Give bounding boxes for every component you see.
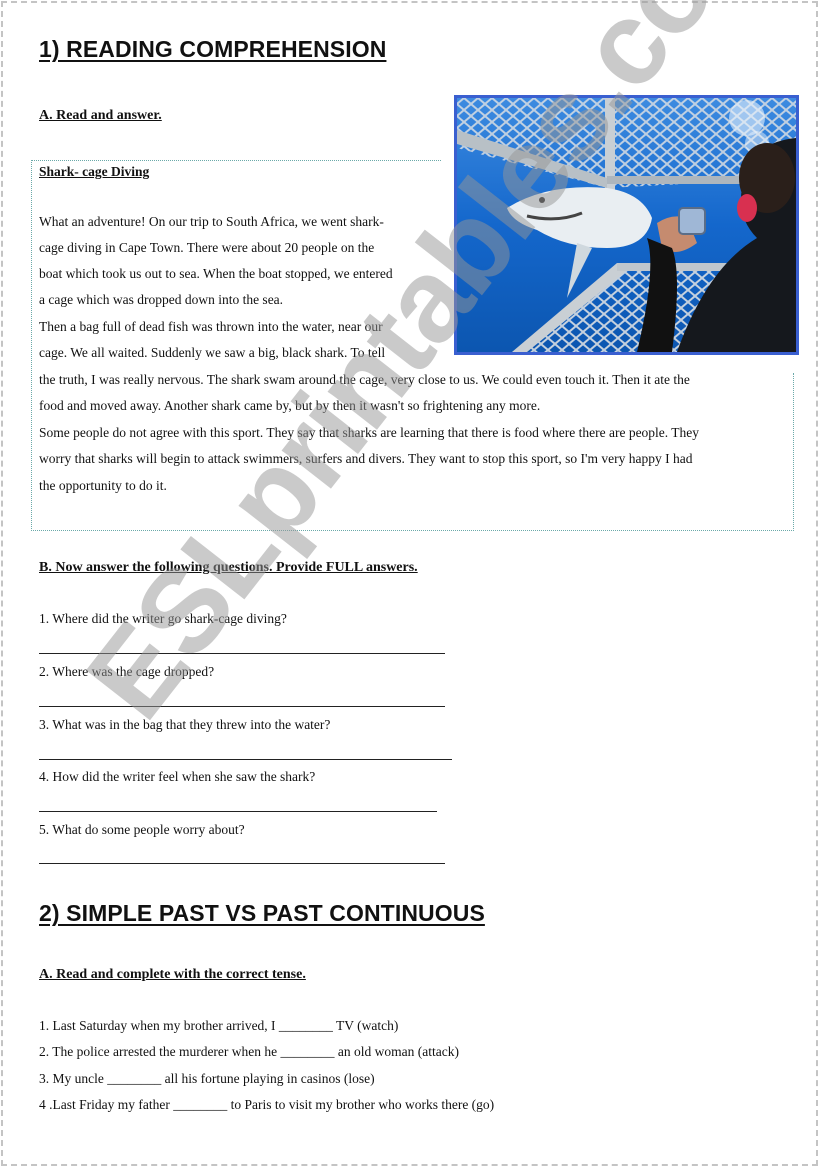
question-2: 2. Where was the cage dropped? xyxy=(39,664,215,679)
story-line: a cage which was dropped down into the s… xyxy=(39,292,284,307)
exercise-3: 3. My uncle ________ all his fortune pla… xyxy=(39,1071,375,1086)
answer-line-1[interactable] xyxy=(39,653,445,654)
story-line: boat which took us out to sea. When the … xyxy=(39,266,393,281)
answer-line-5[interactable] xyxy=(39,863,445,864)
story-line: the truth, I was really nervous. The sha… xyxy=(39,372,690,387)
exercise-2: 2. The police arrested the murderer when… xyxy=(39,1044,459,1059)
story-line: What an adventure! On our trip to South … xyxy=(39,214,384,229)
answer-line-4[interactable] xyxy=(39,811,437,812)
exercise-1: 1. Last Saturday when my brother arrived… xyxy=(39,1018,399,1033)
question-5: 5. What do some people worry about? xyxy=(39,822,245,837)
question-1: 1. Where did the writer go shark-cage di… xyxy=(39,611,287,626)
answer-line-2[interactable] xyxy=(39,706,445,707)
story-line: cage. We all waited. Suddenly we saw a b… xyxy=(39,345,386,360)
story-line: worry that sharks will begin to attack s… xyxy=(39,451,693,466)
section-2-part-a-heading: A. Read and complete with the correct te… xyxy=(39,967,306,982)
question-4: 4. How did the writer feel when she saw … xyxy=(39,769,316,784)
story-line: food and moved away. Another shark came … xyxy=(39,398,541,413)
story-line: Some people do not agree with this sport… xyxy=(39,425,700,440)
part-b-heading: B. Now answer the following questions. P… xyxy=(39,560,418,575)
story-line: Then a bag full of dead fish was thrown … xyxy=(39,319,383,334)
exercise-4: 4 .Last Friday my father ________ to Par… xyxy=(39,1097,495,1112)
answer-line-3[interactable] xyxy=(39,759,452,760)
story-title: Shark- cage Diving xyxy=(39,164,150,179)
question-3: 3. What was in the bag that they threw i… xyxy=(39,717,331,732)
part-a-heading: A. Read and answer. xyxy=(39,108,162,123)
story-text-box: Shark- cage Diving What an adventure! On… xyxy=(31,160,794,531)
story-line: the opportunity to do it. xyxy=(39,478,167,493)
section-1-title: 1) READING COMPREHENSION xyxy=(39,36,387,62)
section-2-title: 2) SIMPLE PAST VS PAST CONTINUOUS xyxy=(39,900,485,926)
story-line: cage diving in Cape Town. There were abo… xyxy=(39,240,375,255)
